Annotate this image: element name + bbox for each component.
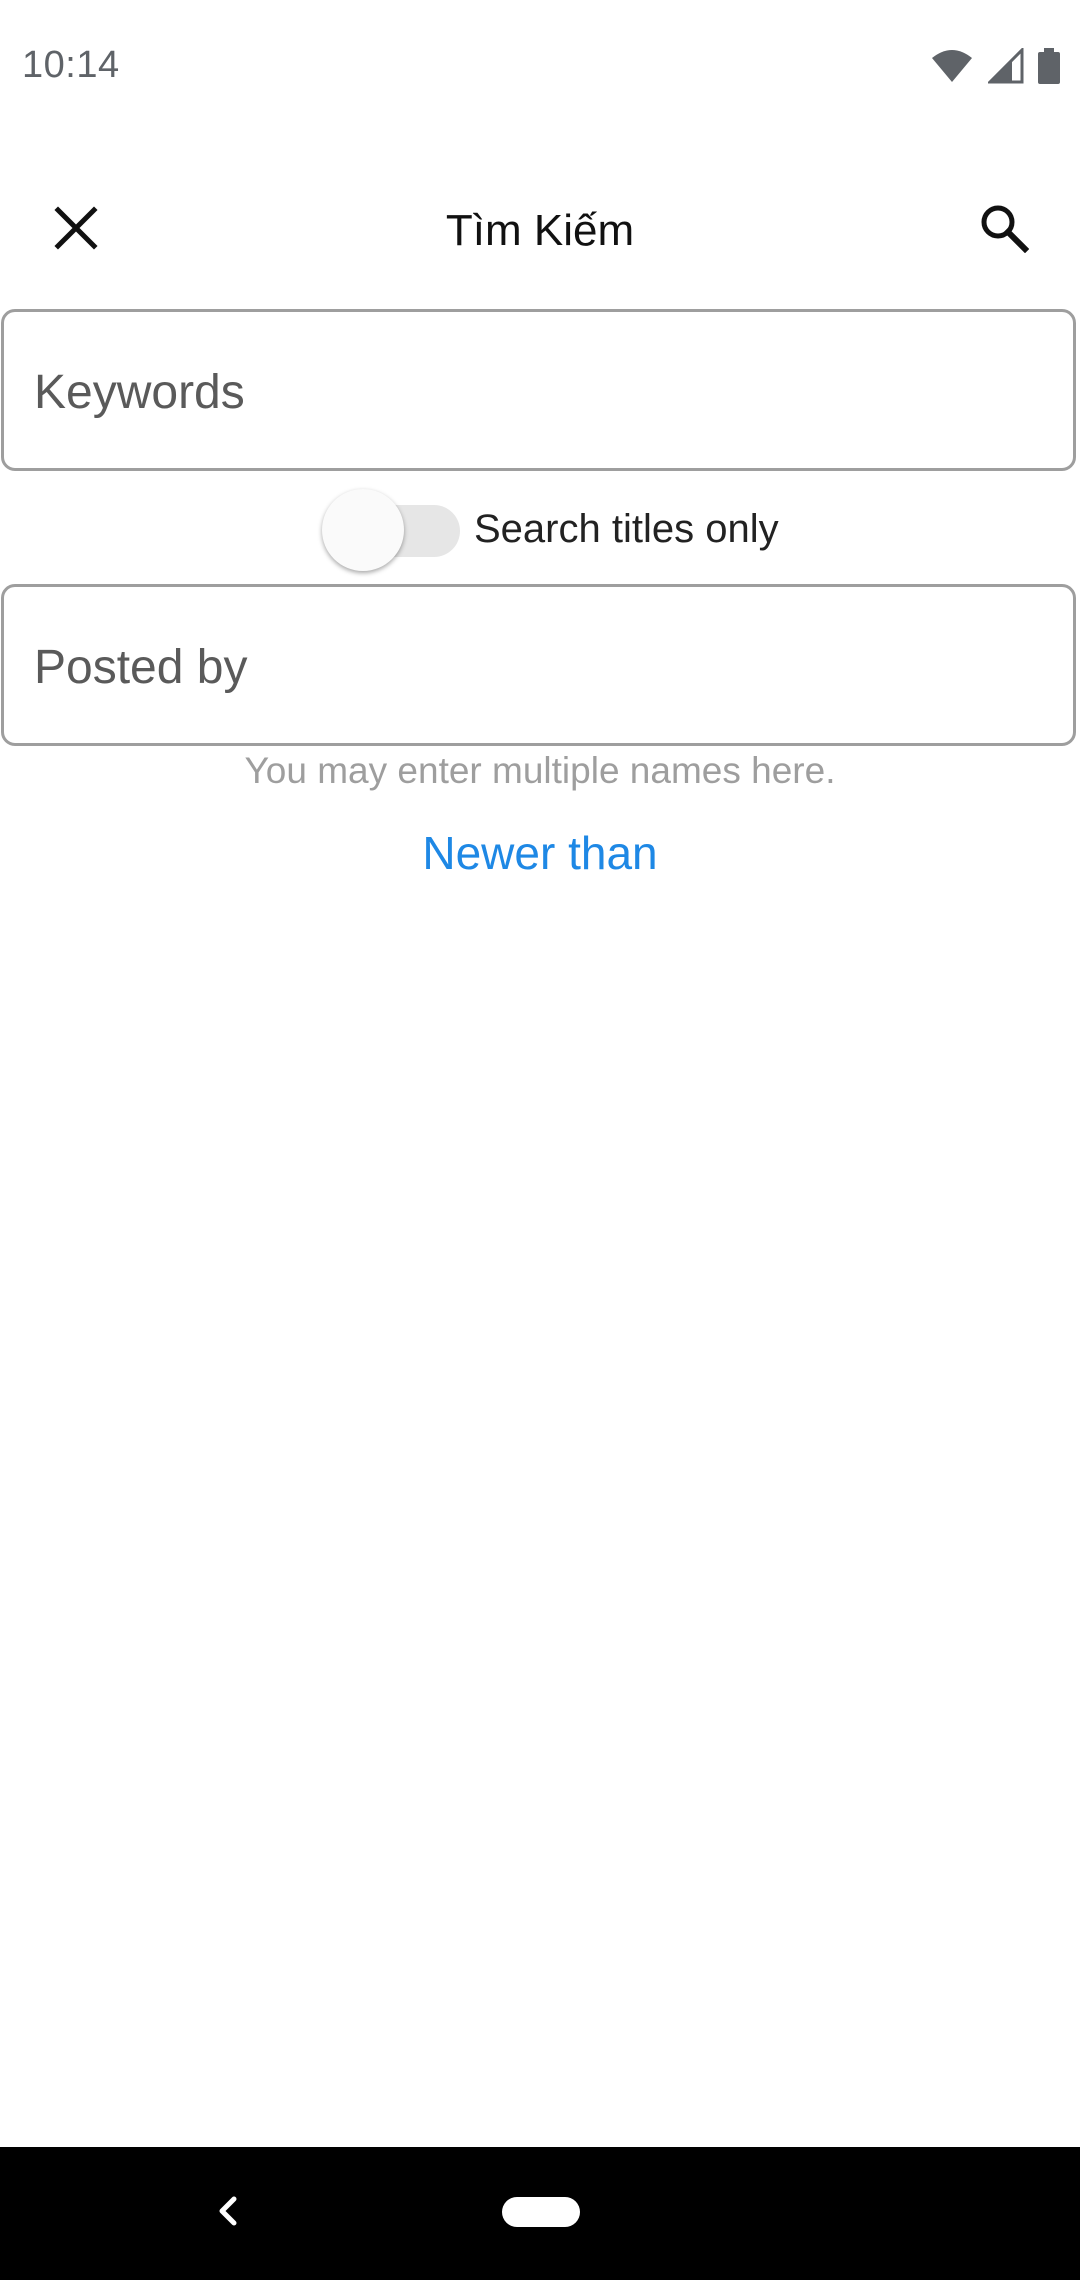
back-button[interactable] xyxy=(198,2183,258,2243)
keywords-input[interactable] xyxy=(34,362,1053,422)
keywords-field[interactable] xyxy=(1,309,1076,471)
search-icon xyxy=(979,203,1030,258)
battery-icon xyxy=(1038,48,1060,84)
posted-by-field[interactable] xyxy=(1,584,1076,746)
posted-by-helper-text: You may enter multiple names here. xyxy=(244,750,836,791)
search-screen: 10:14 Tìm Kiếm Keywords Search titles on… xyxy=(0,0,1080,2280)
newer-than-link[interactable]: Newer than xyxy=(0,826,1080,880)
posted-by-input[interactable] xyxy=(34,637,1053,697)
search-titles-only-row: Search titles only xyxy=(0,485,1080,573)
toggle-thumb xyxy=(322,489,404,571)
toolbar: Tìm Kiếm xyxy=(0,170,1080,294)
wifi-icon xyxy=(930,48,974,84)
system-nav-bar xyxy=(0,2147,1080,2280)
search-titles-only-toggle[interactable] xyxy=(322,489,464,573)
cell-signal-icon xyxy=(988,48,1024,84)
home-pill-icon[interactable] xyxy=(502,2197,580,2227)
status-bar: 10:14 xyxy=(0,0,1080,138)
search-titles-only-label: Search titles only xyxy=(474,507,779,551)
status-time: 10:14 xyxy=(22,44,120,86)
back-chevron-icon xyxy=(216,2196,240,2231)
search-button[interactable] xyxy=(964,190,1044,270)
page-title: Tìm Kiếm xyxy=(445,206,635,255)
status-icons xyxy=(930,48,1060,84)
